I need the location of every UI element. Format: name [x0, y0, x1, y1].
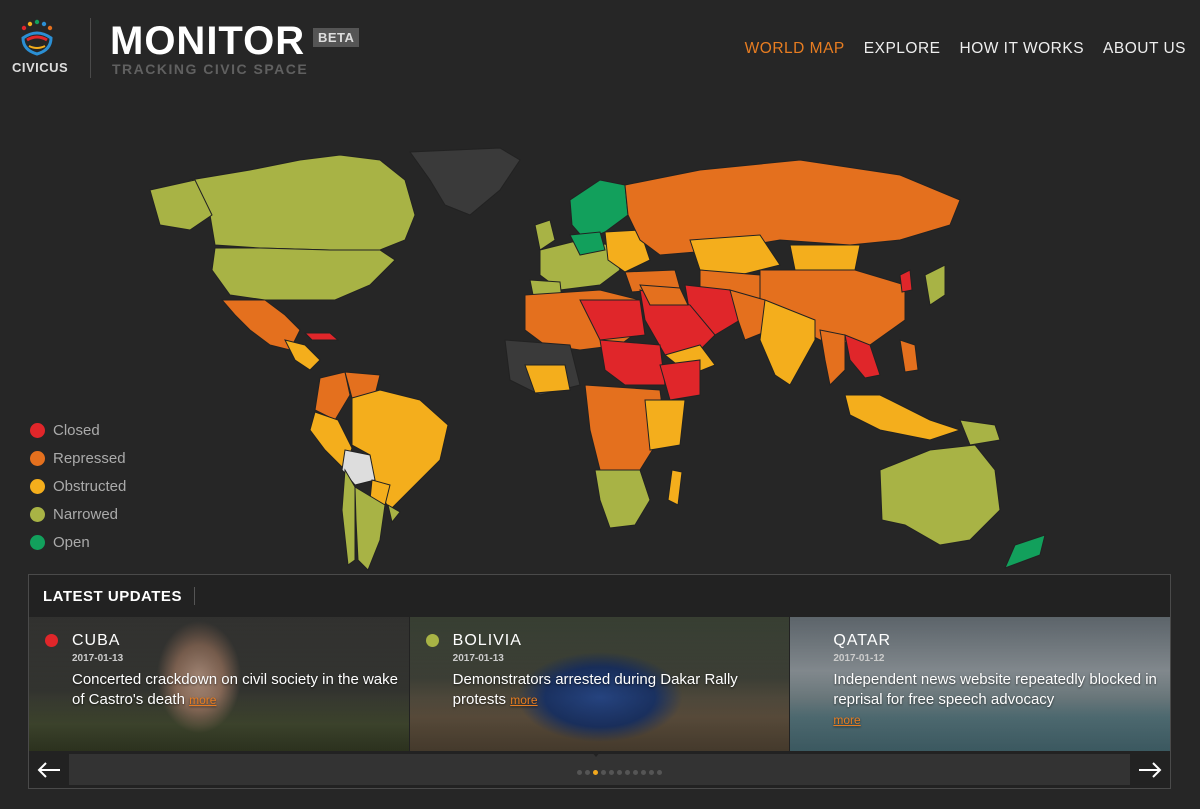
- north-korea: [899, 269, 913, 293]
- update-card-bolivia[interactable]: BOLIVIA 2017-01-13 Demonstrators arreste…: [409, 617, 790, 751]
- new-zealand: [1004, 534, 1046, 569]
- legend-item-open[interactable]: Open: [30, 528, 126, 556]
- central-america: [284, 339, 321, 371]
- legend-label: Closed: [53, 421, 100, 439]
- nav-explore[interactable]: EXPLORE: [864, 40, 941, 58]
- east-africa: [644, 399, 686, 451]
- nav-world-map[interactable]: WORLD MAP: [745, 40, 845, 58]
- legend-label: Obstructed: [53, 477, 127, 495]
- status-dot-icon: [425, 634, 439, 647]
- card-date: 2017-01-13: [452, 653, 504, 664]
- pager-dot[interactable]: [577, 770, 582, 775]
- pager-dot[interactable]: [593, 770, 598, 775]
- latest-updates-panel: LATEST UPDATES CUBA 2017-01-13 Concerted…: [28, 574, 1171, 789]
- more-link[interactable]: more: [189, 693, 216, 707]
- legend-item-repressed[interactable]: Repressed: [30, 444, 126, 472]
- chile: [341, 468, 356, 566]
- pager-dots: [577, 770, 662, 775]
- latest-updates-header: LATEST UPDATES: [29, 575, 1170, 617]
- japan: [924, 264, 946, 306]
- card-country: BOLIVIA: [452, 632, 522, 649]
- arrow-left-icon[interactable]: [31, 754, 67, 786]
- world-map[interactable]: [0, 140, 1200, 580]
- legend-item-closed[interactable]: Closed: [30, 416, 126, 444]
- card-headline: Independent news website repeatedly bloc…: [833, 670, 1163, 730]
- pager-dot[interactable]: [625, 770, 630, 775]
- pager-dot[interactable]: [617, 770, 622, 775]
- latest-updates-title: LATEST UPDATES: [43, 587, 182, 605]
- main-nav: WORLD MAP EXPLORE HOW IT WORKS ABOUT US: [745, 40, 1186, 58]
- narrowed-dot-icon: [30, 506, 45, 522]
- page-title[interactable]: MONITOR: [110, 18, 305, 64]
- legend-label: Open: [53, 533, 90, 551]
- myanmar-thailand: [819, 329, 846, 387]
- card-headline: Concerted crackdown on civil society in …: [72, 670, 402, 710]
- legend-label: Repressed: [53, 449, 126, 467]
- card-country: CUBA: [72, 632, 121, 649]
- mongolia: [789, 244, 861, 271]
- colombia: [314, 371, 351, 421]
- pager-dot[interactable]: [585, 770, 590, 775]
- legend-item-narrowed[interactable]: Narrowed: [30, 500, 126, 528]
- pager-dot[interactable]: [633, 770, 638, 775]
- usa: [211, 247, 396, 301]
- sudan-chad: [599, 339, 666, 386]
- card-headline-text: Independent news website repeatedly bloc…: [833, 671, 1157, 708]
- cuba: [303, 332, 340, 341]
- australia: [879, 444, 1001, 546]
- update-cards: CUBA 2017-01-13 Concerted crackdown on c…: [29, 617, 1171, 751]
- card-country: QATAR: [833, 632, 892, 649]
- card-headline-text: Concerted crackdown on civil society in …: [72, 671, 398, 708]
- card-date: 2017-01-13: [72, 653, 124, 664]
- civicus-logo-icon: [21, 19, 53, 56]
- brazil: [351, 389, 449, 511]
- pager-dot[interactable]: [601, 770, 606, 775]
- tagline: TRACKING CIVIC SPACE: [112, 61, 309, 77]
- pager-caret-icon: [591, 751, 601, 757]
- legend-label: Narrowed: [53, 505, 119, 523]
- uk: [534, 219, 556, 251]
- header-separator: [193, 587, 195, 605]
- malaysia-indonesia: [844, 394, 962, 441]
- southern-africa: [594, 469, 651, 529]
- arrow-right-icon[interactable]: [1132, 754, 1168, 786]
- legend-item-obstructed[interactable]: Obstructed: [30, 472, 126, 500]
- pager-dot[interactable]: [657, 770, 662, 775]
- beta-badge: BETA: [313, 28, 360, 47]
- ethiopia: [659, 359, 701, 401]
- repressed-dot-icon: [30, 450, 45, 466]
- nav-how-it-works[interactable]: HOW IT WORKS: [960, 40, 1085, 58]
- card-date: 2017-01-12: [833, 653, 885, 664]
- png: [959, 419, 1001, 446]
- closed-dot-icon: [30, 422, 45, 438]
- pager-dot[interactable]: [641, 770, 646, 775]
- status-dot-icon: [45, 634, 58, 647]
- nav-about-us[interactable]: ABOUT US: [1103, 40, 1186, 58]
- map-legend: Closed Repressed Obstructed Narrowed Ope…: [30, 416, 126, 556]
- card-headline: Demonstrators arrested during Dakar Rall…: [453, 670, 783, 710]
- update-card-qatar[interactable]: QATAR 2017-01-12 Independent news websit…: [790, 617, 1171, 751]
- madagascar: [667, 469, 683, 506]
- pager-dot[interactable]: [609, 770, 614, 775]
- pager-dot[interactable]: [649, 770, 654, 775]
- canada: [189, 154, 416, 251]
- obstructed-dot-icon: [30, 478, 45, 494]
- russia: [624, 159, 961, 256]
- card-headline-text: Demonstrators arrested during Dakar Rall…: [452, 671, 738, 708]
- update-card-cuba[interactable]: CUBA 2017-01-13 Concerted crackdown on c…: [29, 617, 409, 751]
- open-dot-icon: [30, 534, 45, 550]
- more-link[interactable]: more: [510, 693, 537, 707]
- civicus-wordmark: CIVICUS: [12, 60, 69, 75]
- philippines: [899, 339, 919, 373]
- uruguay: [387, 503, 401, 524]
- greenland: [409, 147, 521, 216]
- more-link[interactable]: more: [833, 713, 860, 727]
- header-divider: [90, 18, 91, 78]
